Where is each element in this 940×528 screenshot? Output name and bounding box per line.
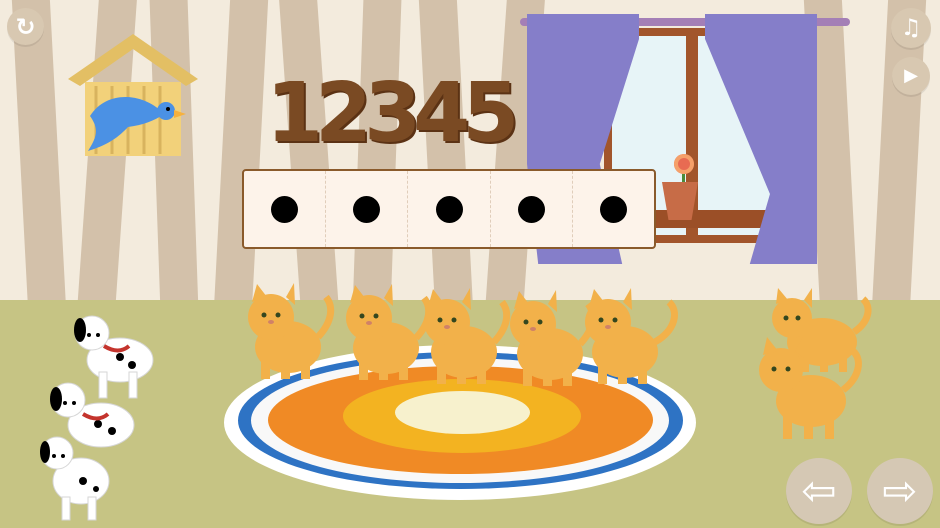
counting-board [242, 169, 656, 249]
restart-button[interactable]: ↻ [7, 8, 44, 45]
cat-1[interactable] [228, 275, 336, 385]
count-dot [599, 195, 627, 223]
restart-icon: ↻ [15, 12, 36, 41]
cat-5[interactable] [565, 280, 683, 392]
flower-icon [674, 154, 694, 174]
target-number: 12345 [266, 66, 519, 161]
next-button[interactable]: ⇨ [867, 458, 933, 524]
arrow-right-icon: ⇨ [882, 466, 918, 515]
play-button[interactable]: ▶ [892, 57, 930, 95]
music-off-icon: ♫ [900, 14, 922, 41]
birdhouse [68, 34, 198, 156]
play-icon: ▶ [904, 65, 918, 86]
back-button[interactable]: ⇦ [786, 458, 852, 524]
count-dot [271, 195, 299, 223]
count-cell [408, 171, 491, 247]
dalmatian-3[interactable] [27, 425, 125, 525]
count-cell [326, 171, 409, 247]
wall-stripe [870, 0, 928, 331]
wall-stripe [10, 0, 68, 331]
rug-center [395, 391, 530, 434]
music-toggle-button[interactable]: ♫ [891, 8, 931, 48]
count-dot [435, 195, 463, 223]
count-dot [517, 195, 545, 223]
count-cell [491, 171, 573, 247]
cat-right-2[interactable] [743, 335, 871, 447]
count-dot [353, 195, 381, 223]
game-scene: 12345 ↻ ♫ ▶ ⇦ ⇨ [0, 0, 940, 528]
count-cell [573, 171, 654, 247]
arrow-left-icon: ⇦ [801, 466, 837, 515]
count-cell [244, 171, 327, 247]
